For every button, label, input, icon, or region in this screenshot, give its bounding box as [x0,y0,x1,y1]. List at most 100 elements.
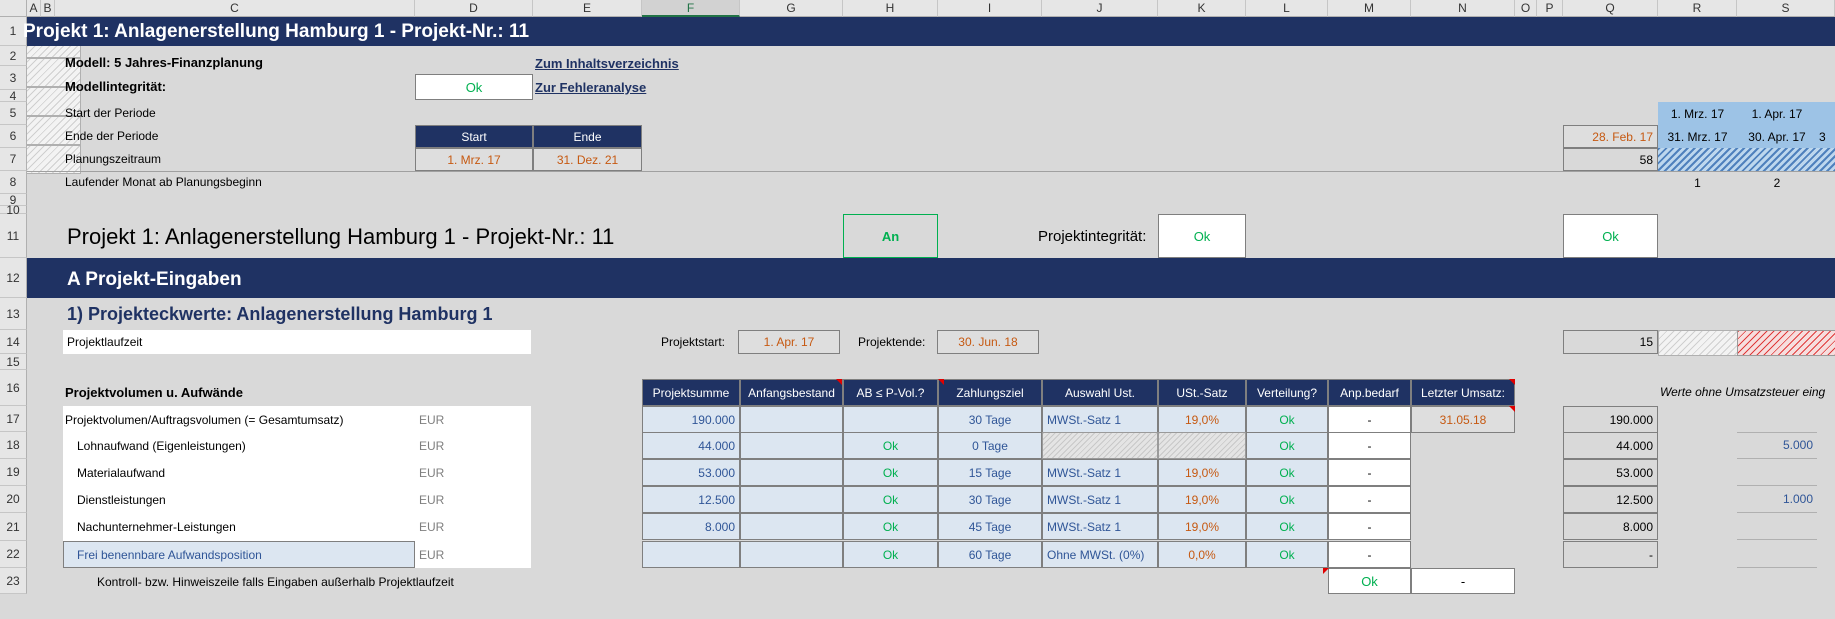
q-planning-count: 58 [1563,148,1658,171]
row-header-10[interactable]: 10 [0,203,27,217]
project-integrity-label: Projektintegrität: [1038,228,1147,245]
s-value-cell [1737,541,1817,568]
column-header-a[interactable]: A [27,0,41,17]
ust-satz-cell: 19,0% [1158,513,1246,540]
project-start-value[interactable]: 1. Apr. 17 [738,330,840,354]
column-header-q[interactable]: Q [1563,0,1658,17]
ab-check-cell: Ok [843,541,938,568]
projektsumme-cell[interactable]: 190.000 [642,406,740,433]
zahlungsziel-cell[interactable]: 30 Tage [938,486,1042,513]
column-header-i[interactable]: I [938,0,1042,17]
end-header: Ende [533,125,642,148]
row-header-4[interactable]: 4 [0,89,27,103]
volume-col-header: AB ≤ P-Vol.? [843,379,938,406]
column-header-e[interactable]: E [533,0,642,17]
row-header-23[interactable]: 23 [0,568,27,594]
column-header-f[interactable]: F [642,0,740,17]
row-header-14[interactable]: 14 [0,330,27,354]
zahlungsziel-cell[interactable]: 15 Tage [938,459,1042,486]
zahlungsziel-cell[interactable]: 45 Tage [938,513,1042,540]
verteilung-cell: Ok [1246,406,1328,433]
q-value-cell: 53.000 [1563,459,1658,486]
row-header-5[interactable]: 5 [0,102,27,125]
row-label: Projektvolumen/Auftragsvolumen (= Gesamt… [65,412,344,427]
column-header-h[interactable]: H [843,0,938,17]
projektsumme-cell[interactable]: 53.000 [642,459,740,486]
column-header-n[interactable]: N [1411,0,1515,17]
row-header-3[interactable]: 3 [0,66,27,90]
column-header-c[interactable]: C [55,0,415,17]
ust-satz-cell: 19,0% [1158,406,1246,433]
projektsumme-cell[interactable] [642,541,740,568]
verteilung-cell: Ok [1246,459,1328,486]
row-header-12[interactable]: 12 [0,258,27,298]
anfangsbestand-cell[interactable] [740,486,843,513]
anfangsbestand-cell[interactable] [740,513,843,540]
zahlungsziel-cell[interactable]: 60 Tage [938,541,1042,568]
column-header-l[interactable]: L [1246,0,1328,17]
period-end-label: Ende der Periode [65,129,159,143]
row-header-19[interactable]: 19 [0,459,27,486]
projektsumme-cell[interactable]: 44.000 [642,432,740,459]
column-header-g[interactable]: G [740,0,843,17]
row-header-2[interactable]: 2 [0,46,27,66]
row-header-6[interactable]: 6 [0,125,27,148]
row-header-22[interactable]: 22 [0,541,27,568]
row-header-15[interactable]: 15 [0,354,27,370]
verteilung-cell: Ok [1246,513,1328,540]
row-header-13[interactable]: 13 [0,298,27,330]
ust-hatch [1042,432,1158,459]
start-header: Start [415,125,533,148]
anpassungsbedarf-cell: - [1328,486,1411,513]
column-header-k[interactable]: K [1158,0,1246,17]
row-header-20[interactable]: 20 [0,486,27,513]
column-header-o[interactable]: O [1515,0,1537,17]
column-header-p[interactable]: P [1537,0,1563,17]
ust-select-cell[interactable]: MWSt.-Satz 1 [1042,459,1158,486]
planning-start-value[interactable]: 1. Mrz. 17 [415,148,533,171]
zahlungsziel-cell[interactable]: 30 Tage [938,406,1042,433]
row-label: Dienstleistungen [77,492,166,507]
column-header-m[interactable]: M [1328,0,1411,17]
select-all-corner[interactable] [0,0,27,17]
page-title: Projekt 1: Anlagenerstellung Hamburg 1 -… [23,21,530,42]
ust-select-cell[interactable]: Ohne MWSt. (0%) [1042,541,1158,568]
row-header-17[interactable]: 17 [0,406,27,432]
anfangsbestand-cell[interactable] [740,432,843,459]
column-header-r[interactable]: R [1658,0,1737,17]
ab-check-cell [843,406,938,433]
row-header-21[interactable]: 21 [0,513,27,541]
column-header-j[interactable]: J [1042,0,1158,17]
ust-select-cell[interactable]: MWSt.-Satz 1 [1042,513,1158,540]
model-integrity-value: Ok [415,74,533,100]
column-header-b[interactable]: B [41,0,55,17]
anfangsbestand-cell[interactable] [740,459,843,486]
ust-select-cell[interactable]: MWSt.-Satz 1 [1042,486,1158,513]
row-header-16[interactable]: 16 [0,370,27,406]
row-header-11[interactable]: 11 [0,214,27,258]
projektsumme-cell[interactable]: 12.500 [642,486,740,513]
column-header-d[interactable]: D [415,0,533,17]
toc-link[interactable]: Zum Inhaltsverzeichnis [535,56,679,71]
row-header-7[interactable]: 7 [0,148,27,171]
divider-line [27,171,1835,172]
project-end-value[interactable]: 30. Jun. 18 [937,330,1039,354]
q-value-cell: 8.000 [1563,513,1658,540]
column-header-s[interactable]: S [1737,0,1835,17]
s-value-cell [1737,513,1817,540]
zahlungsziel-cell[interactable]: 0 Tage [938,432,1042,459]
row-header-18[interactable]: 18 [0,432,27,459]
project-switch[interactable]: An [843,214,938,258]
anfangsbestand-cell[interactable] [740,406,843,433]
planning-end-value[interactable]: 31. Dez. 21 [533,148,642,171]
row-label[interactable]: Frei benennbare Aufwandsposition [63,541,415,568]
spreadsheet[interactable]: ABCDEFGHIJKLMNOPQRS 1 2 3 4 5 6 7 8 9 10 11 12 13 14 1… [0,0,1835,619]
anpassungsbedarf-cell: - [1328,459,1411,486]
anfangsbestand-cell[interactable] [740,541,843,568]
ust-select-cell[interactable]: MWSt.-Satz 1 [1042,406,1158,433]
row-header-8[interactable]: 8 [0,171,27,194]
volume-col-header: Anfangsbestand [740,379,843,406]
error-analysis-link[interactable]: Zur Fehleranalyse [535,80,646,95]
projektsumme-cell[interactable]: 8.000 [642,513,740,540]
project-integrity-value: Ok [1158,214,1246,258]
